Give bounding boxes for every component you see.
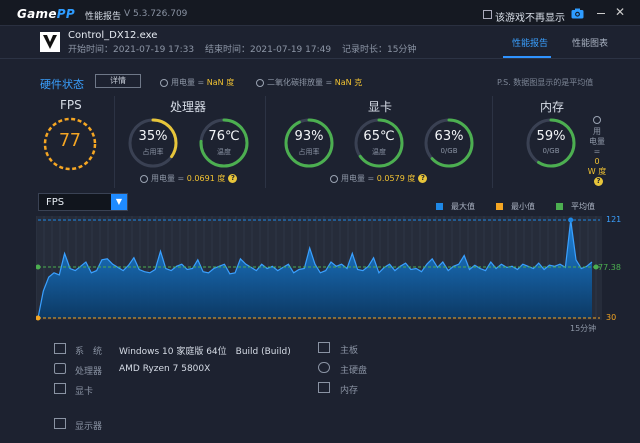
gpu-usage-label: 占用率 xyxy=(298,148,320,156)
cpu-value: AMD Ryzen 7 5800X xyxy=(119,364,211,374)
os-row: 系 统 xyxy=(75,347,103,357)
cpu-usage-label: 占用率 xyxy=(142,148,164,156)
ram-icon xyxy=(318,382,330,393)
memory-usage-gauge: 59% 0/GB xyxy=(524,116,578,170)
gpu-temp-label: 温度 xyxy=(372,148,386,156)
minimize-icon[interactable] xyxy=(597,13,605,14)
motherboard-icon xyxy=(318,342,330,353)
cpu-row: 处理器 xyxy=(75,367,103,377)
metric-select[interactable]: FPS ▼ xyxy=(38,193,128,211)
ram-row: 内存 xyxy=(340,386,359,396)
cpu-title: 处理器 xyxy=(170,100,207,114)
section-divider xyxy=(265,96,266,188)
legend-max: 最大值 xyxy=(436,201,475,212)
memory-usage-label: 0/GB xyxy=(542,147,560,155)
legend-swatch-min xyxy=(496,203,503,210)
session-meta: 开始时间：2021-07-19 17:33 结束时间：2021-07-19 17… xyxy=(68,42,424,55)
harddisk-icon xyxy=(318,362,330,373)
gamepp-logo: GamePP xyxy=(17,7,75,21)
memory-usage-value: 59% xyxy=(536,129,566,144)
gpu-memory-label: 0/GB xyxy=(440,147,458,155)
header-divider xyxy=(0,58,640,59)
noshow-checkbox[interactable] xyxy=(483,10,492,19)
legend-swatch-avg xyxy=(556,203,563,210)
detail-button[interactable]: 详情 xyxy=(95,74,141,88)
cpu-temp-value: 76℃ xyxy=(208,129,240,144)
gpu-usage-value: 93% xyxy=(294,129,324,144)
end-time: 结束时间：2021-07-19 17:49 xyxy=(204,45,332,55)
cpu-temp-label: 温度 xyxy=(217,148,231,156)
record-duration: 记录时长：15分钟 xyxy=(341,45,417,55)
power-icon xyxy=(593,116,601,124)
title-bar: GamePP 性能报告 V 5.3.726.709 该游戏不再显示 ✕ xyxy=(0,0,640,26)
average-note: P.S. 数据图显示的是平均值 xyxy=(497,78,594,87)
camera-icon[interactable] xyxy=(571,8,584,19)
version-label: V 5.3.726.709 xyxy=(124,9,188,19)
gpu-memory-value: 63% xyxy=(434,129,464,144)
monitor-row: 显示器 xyxy=(75,422,103,432)
system-icon xyxy=(54,343,66,354)
cpu-temp-gauge: 76℃ 温度 xyxy=(197,116,251,170)
power-icon xyxy=(330,174,338,183)
chevron-down-icon[interactable]: ▼ xyxy=(111,194,127,210)
control-game-icon xyxy=(40,32,60,52)
chart-min-label: 30 xyxy=(606,313,617,322)
monitor-icon xyxy=(54,418,66,429)
power-icon xyxy=(140,174,148,183)
chart-max-label: 121 xyxy=(606,215,622,224)
fps-title: FPS xyxy=(60,98,82,112)
metric-select-value: FPS xyxy=(46,197,65,208)
app-name: Control_DX12.exe xyxy=(68,30,158,41)
gpu-title: 显卡 xyxy=(368,100,393,114)
gpu-row: 显卡 xyxy=(75,387,94,397)
section-divider xyxy=(492,96,493,188)
fps-area-chart xyxy=(36,216,602,321)
memory-power-info: 用 电量 = 0 W 度? xyxy=(585,116,609,187)
leaf-icon xyxy=(256,78,264,87)
cpu-usage-value: 35% xyxy=(138,129,168,144)
help-icon[interactable]: ? xyxy=(228,174,238,183)
power-icon xyxy=(160,78,168,87)
help-icon[interactable]: ? xyxy=(418,174,428,183)
legend-swatch-max xyxy=(436,203,443,210)
cpu-power-info: 用电量 = 0.0691 度? xyxy=(140,173,238,184)
co2-info: 二氧化碳排放量 = NaN 克 xyxy=(256,77,362,88)
legend-min: 最小值 xyxy=(496,201,535,212)
board-row: 主板 xyxy=(340,346,359,356)
close-icon[interactable]: ✕ xyxy=(615,6,625,18)
gpu-usage-gauge: 93% 占用率 xyxy=(282,116,336,170)
help-icon[interactable]: ? xyxy=(594,176,603,186)
disk-row: 主硬盘 xyxy=(340,366,368,376)
memory-title: 内存 xyxy=(540,100,565,114)
tab-performance-chart[interactable]: 性能图表 xyxy=(572,36,608,49)
tab-performance-report[interactable]: 性能报告 xyxy=(512,36,548,49)
app-window: GamePP 性能报告 V 5.3.726.709 该游戏不再显示 ✕ Cont… xyxy=(0,0,640,443)
cpu-usage-gauge: 35% 占用率 xyxy=(126,116,180,170)
section-divider xyxy=(114,96,115,188)
chart-time-label: 15分钟 xyxy=(570,324,597,333)
total-power-info: 用电量 = NaN 度 xyxy=(160,77,234,88)
gpu-power-info: 用电量 = 0.0579 度? xyxy=(330,173,428,184)
gpu-memory-gauge: 63% 0/GB xyxy=(422,116,476,170)
chart-avg-label: 77.38 xyxy=(598,263,621,272)
hardware-status-title: 硬件状态 xyxy=(40,78,84,91)
noshow-label[interactable]: 该游戏不再显示 xyxy=(495,9,565,24)
start-time: 开始时间：2021-07-19 17:33 xyxy=(68,45,195,55)
cpu-icon xyxy=(54,363,66,374)
fps-gauge: 77 xyxy=(42,116,98,172)
gpu-icon xyxy=(54,383,66,394)
gpu-temp-gauge: 65℃ 温度 xyxy=(352,116,406,170)
os-value: Windows 10 家庭版 64位 Build (Build) xyxy=(119,347,291,357)
gpu-temp-value: 65℃ xyxy=(363,129,395,144)
fps-value: 77 xyxy=(59,130,81,151)
window-title: 性能报告 xyxy=(85,12,122,22)
legend-avg: 平均值 xyxy=(556,201,595,212)
max-point xyxy=(568,217,574,223)
